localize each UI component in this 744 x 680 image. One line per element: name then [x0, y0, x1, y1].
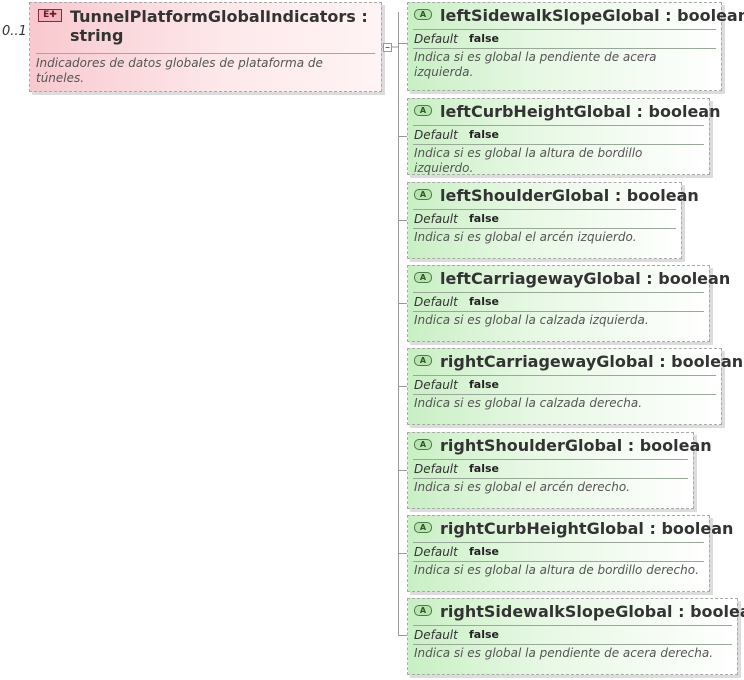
attribute-divider: [413, 228, 676, 229]
attribute-default-value: false: [469, 32, 499, 45]
attribute-badge-icon: A: [414, 605, 432, 616]
element-description: Indicadores de datos globales de platafo…: [36, 56, 323, 85]
attribute-description: Indica si es global el arcén izquierdo.: [414, 230, 637, 244]
attribute-default-label: Default: [414, 628, 458, 642]
attribute-description: Indica si es global la calzada izquierda…: [414, 313, 649, 327]
attribute-branch: [398, 635, 407, 636]
attribute-title: rightCarriagewayGlobal : boolean: [440, 352, 744, 371]
attribute-branch: [398, 303, 407, 304]
attribute-divider: [413, 625, 732, 626]
attribute-badge-icon: A: [414, 355, 432, 366]
attribute-box-right-sidewalk-slope-global[interactable]: A rightSidewalkSlopeGlobal : boolean Def…: [407, 598, 744, 675]
attribute-divider: [413, 209, 676, 210]
attribute-divider: [413, 478, 688, 479]
attribute-default-label: Default: [414, 212, 458, 226]
attribute-badge-icon: A: [414, 522, 432, 533]
attribute-branch: [398, 386, 407, 387]
attribute-badge-icon: A: [414, 189, 432, 200]
attribute-divider: [413, 125, 704, 126]
attribute-divider: [413, 644, 732, 645]
attribute-default-value: false: [469, 628, 499, 641]
attribute-divider: [413, 48, 716, 49]
attribute-badge-icon: A: [414, 9, 432, 20]
attribute-box-right-carriageway-global[interactable]: A rightCarriagewayGlobal : boolean Defau…: [407, 348, 743, 425]
attribute-divider: [413, 542, 704, 543]
attribute-badge-icon: A: [414, 272, 432, 283]
attribute-title: leftSidewalkSlopeGlobal : boolean: [440, 6, 744, 25]
attribute-branch: [398, 553, 407, 554]
attribute-badge-icon: A: [414, 439, 432, 450]
element-badge-icon: E✚: [38, 9, 62, 22]
attribute-default-label: Default: [414, 128, 458, 142]
attribute-default-value: false: [469, 212, 499, 225]
attribute-divider: [413, 375, 716, 376]
attribute-description: Indica si es global la altura de bordill…: [414, 146, 643, 175]
attribute-default-value: false: [469, 545, 499, 558]
attribute-divider: [413, 29, 716, 30]
attribute-box-left-sidewalk-slope-global[interactable]: A leftSidewalkSlopeGlobal : boolean Defa…: [407, 2, 744, 91]
attribute-default-label: Default: [414, 32, 458, 46]
attribute-divider: [413, 144, 704, 145]
attribute-title: leftCarriagewayGlobal : boolean: [440, 269, 731, 288]
attribute-description: Indica si es global la calzada derecha.: [414, 396, 643, 410]
attribute-branch: [398, 136, 407, 137]
element-multiplicity: 0..1: [2, 24, 27, 39]
attribute-divider: [413, 394, 716, 395]
attribute-box-right-curb-height-global[interactable]: A rightCurbHeightGlobal : boolean Defaul…: [407, 515, 733, 592]
attribute-title: leftCurbHeightGlobal : boolean: [440, 102, 721, 121]
element-box-tunnel-platform-global-indicators[interactable]: E✚ TunnelPlatformGlobalIndicators : stri…: [29, 2, 382, 92]
attribute-box-left-curb-height-global[interactable]: A leftCurbHeightGlobal : boolean Default…: [407, 98, 720, 175]
attribute-title: leftShoulderGlobal : boolean: [440, 186, 699, 205]
attribute-description: Indica si es global el arcén derecho.: [414, 480, 631, 494]
attribute-title: rightSidewalkSlopeGlobal : boolean: [440, 602, 744, 621]
element-title: TunnelPlatformGlobalIndicators : string: [70, 7, 368, 45]
attribute-divider: [413, 292, 704, 293]
attribute-divider: [413, 459, 688, 460]
attribute-default-label: Default: [414, 295, 458, 309]
attribute-box-right-shoulder-global[interactable]: A rightShoulderGlobal : boolean Default …: [407, 432, 712, 509]
attribute-branch: [398, 220, 407, 221]
attribute-box-left-carriageway-global[interactable]: A leftCarriagewayGlobal : boolean Defaul…: [407, 265, 730, 342]
attribute-default-value: false: [469, 378, 499, 391]
attribute-description: Indica si es global la altura de bordill…: [414, 563, 699, 577]
attribute-tree-trunk: [398, 12, 399, 635]
attribute-divider: [413, 311, 704, 312]
attribute-default-value: false: [469, 462, 499, 475]
attribute-branch: [398, 470, 407, 471]
attribute-default-label: Default: [414, 462, 458, 476]
attribute-description: Indica si es global la pendiente de acer…: [414, 50, 657, 79]
attribute-title: rightCurbHeightGlobal : boolean: [440, 519, 734, 538]
element-divider: [36, 53, 375, 54]
attribute-default-label: Default: [414, 545, 458, 559]
attribute-box-left-shoulder-global[interactable]: A leftShoulderGlobal : boolean Default f…: [407, 182, 699, 259]
attribute-badge-icon: A: [414, 105, 432, 116]
attribute-description: Indica si es global la pendiente de acer…: [414, 646, 714, 660]
attribute-default-value: false: [469, 128, 499, 141]
attribute-branch: [398, 43, 407, 44]
attribute-title: rightShoulderGlobal : boolean: [440, 436, 712, 455]
attribute-default-value: false: [469, 295, 499, 308]
attribute-divider: [413, 561, 704, 562]
attribute-default-label: Default: [414, 378, 458, 392]
